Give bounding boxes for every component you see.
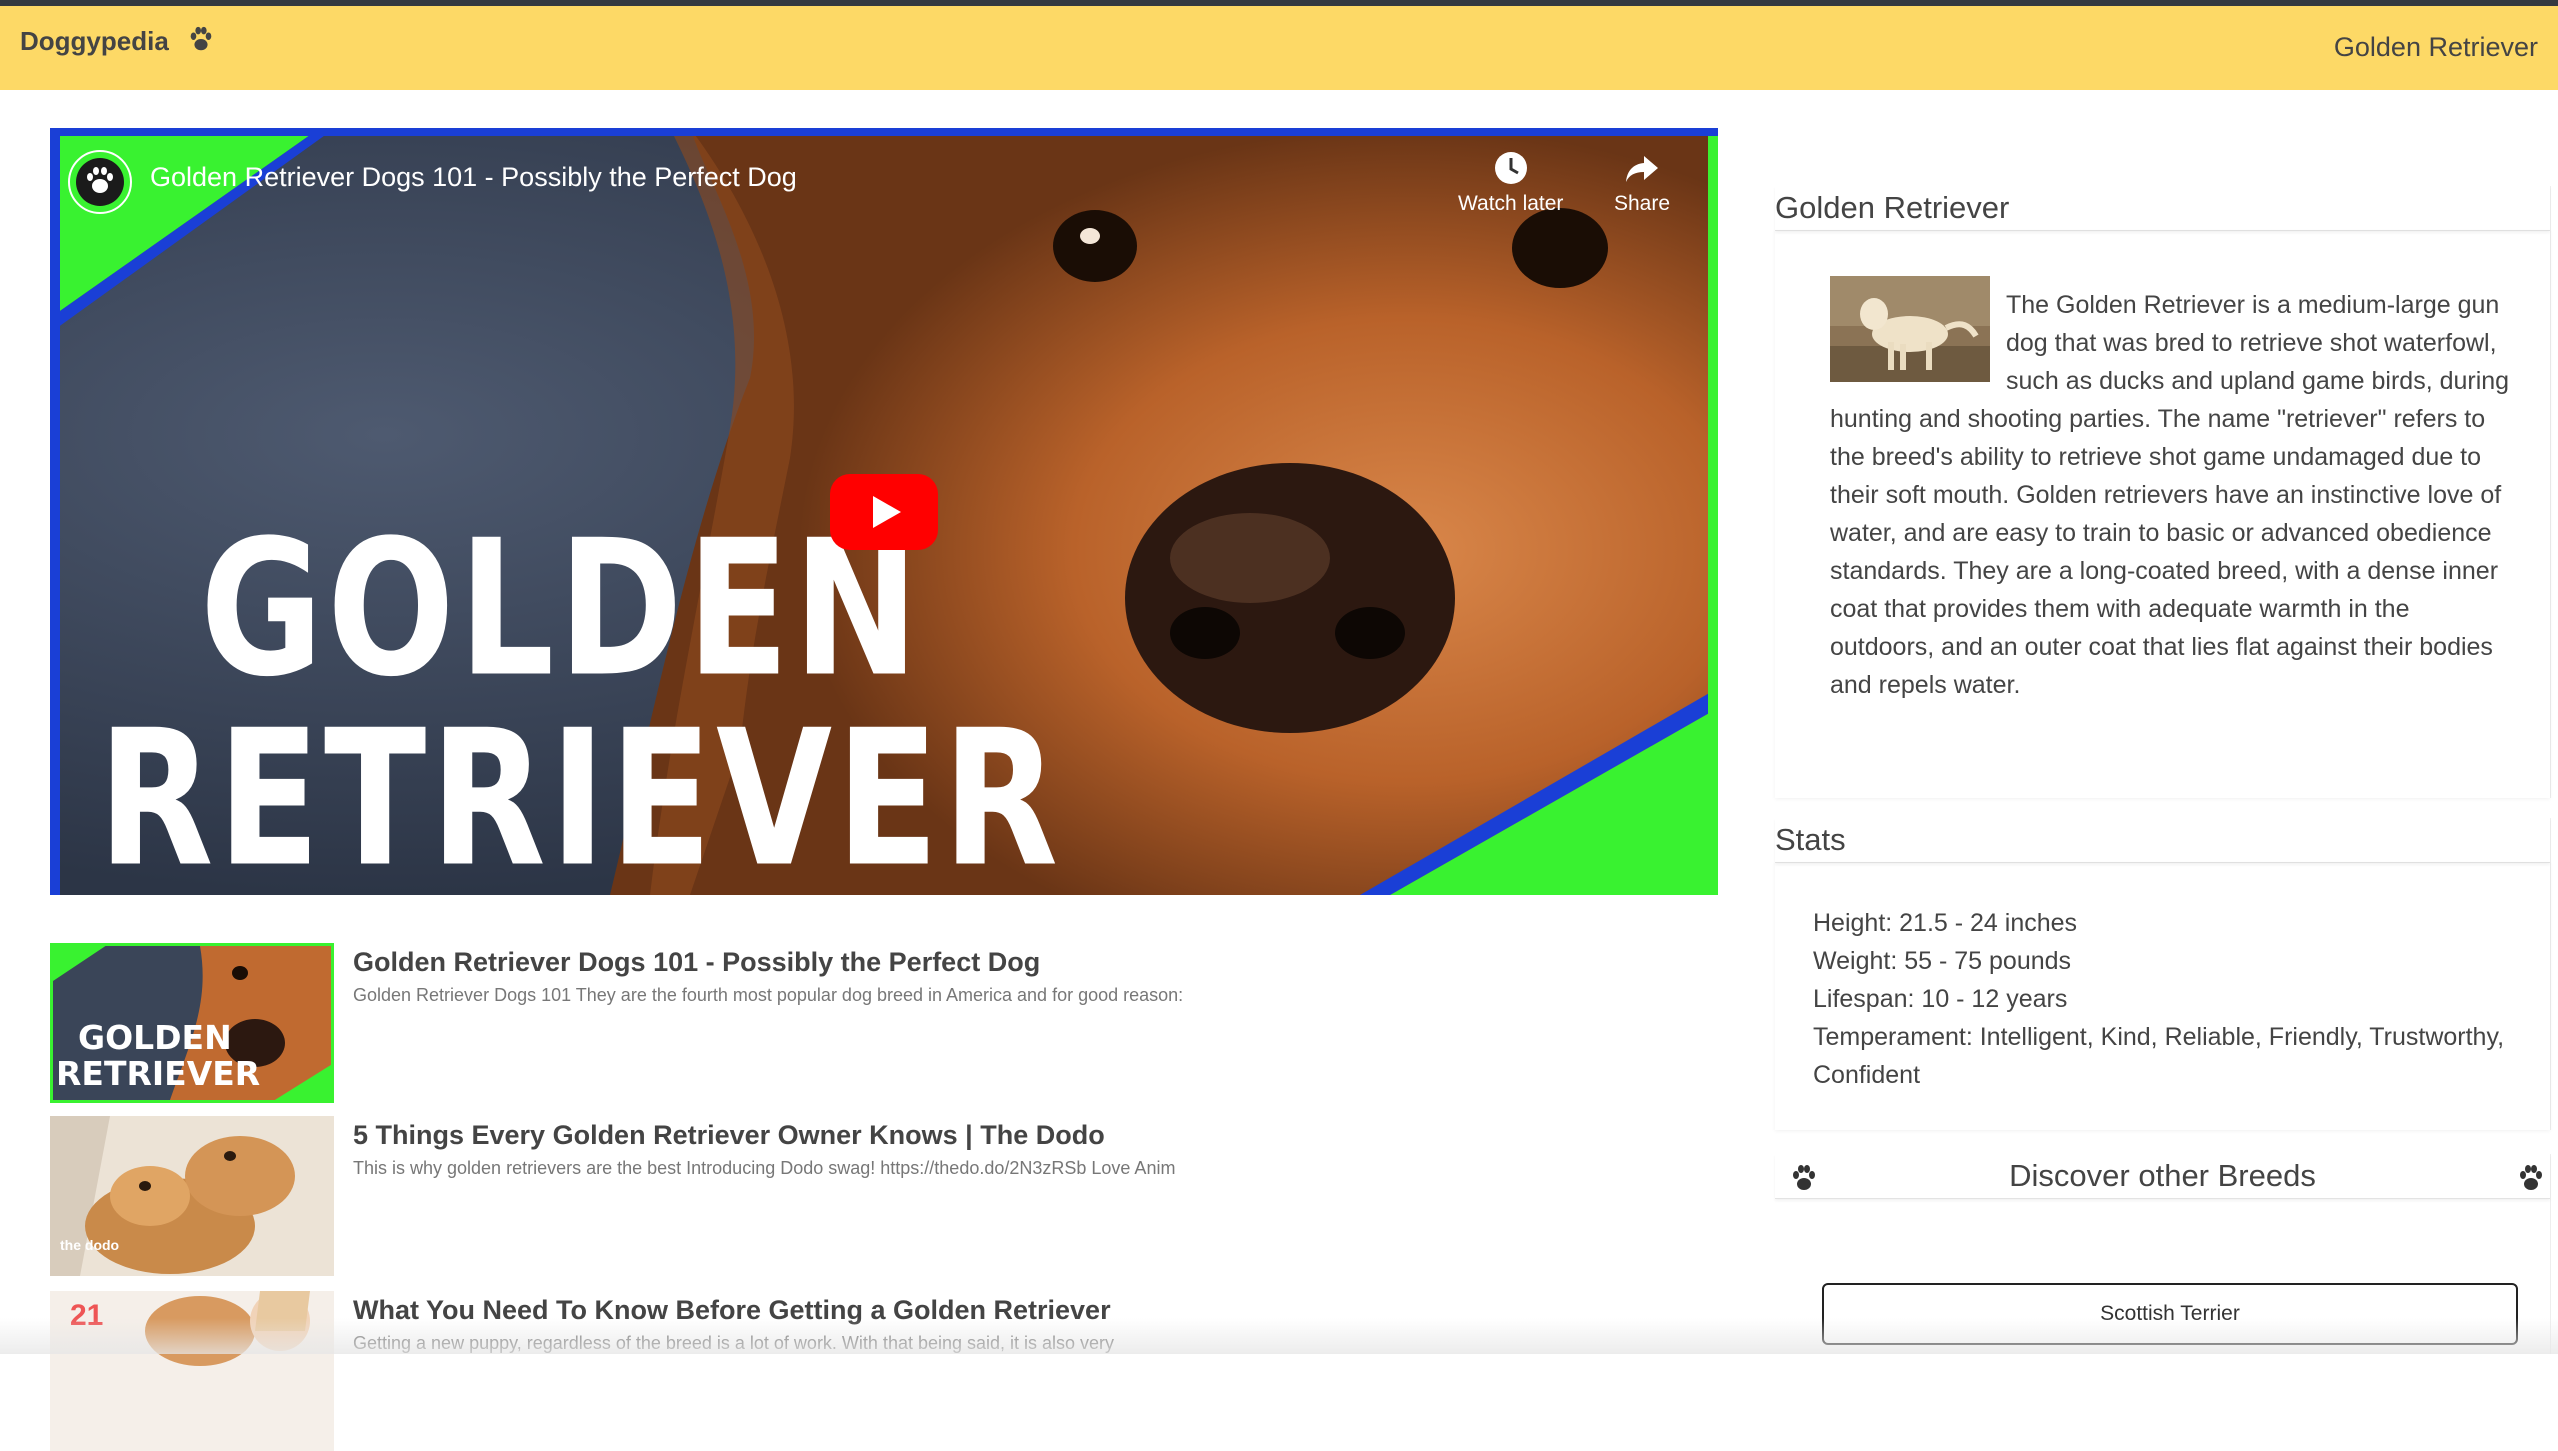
navbar: Doggypedia Golden Retriever	[0, 6, 2558, 90]
video-title[interactable]: Golden Retriever Dogs 101 - Possibly the…	[150, 162, 797, 193]
paw-icon	[2520, 1165, 2542, 1190]
watch-later-button[interactable]: Watch later	[1458, 150, 1563, 216]
brand-link[interactable]: Doggypedia	[20, 26, 169, 57]
video-thumbnail[interactable]: GOLDEN RETRIEVER	[50, 943, 334, 1103]
stats-card: Stats Height: 21.5 - 24 inches Weight: 5…	[1775, 818, 2551, 1130]
related-video-title[interactable]: 5 Things Every Golden Retriever Owner Kn…	[353, 1120, 1105, 1151]
list-item[interactable]: 21 What You Need To Know Before Getting …	[50, 1291, 1718, 1451]
share-button[interactable]: Share	[1614, 150, 1670, 216]
breed-description: The Golden Retriever is a medium-large g…	[1830, 276, 2510, 704]
stats-heading: Stats	[1775, 818, 2550, 863]
related-video-description: Golden Retriever Dogs 101 They are the f…	[353, 985, 1184, 1005]
list-item[interactable]: the dodo 5 Things Every Golden Retriever…	[50, 1116, 1718, 1276]
video-thumbnail[interactable]: 21	[50, 1291, 334, 1451]
channel-logo-icon[interactable]	[68, 150, 132, 214]
stats-height: Height: 21.5 - 24 inches	[1813, 909, 2078, 937]
stats-weight: Weight: 55 - 75 pounds	[1813, 947, 2072, 975]
nav-current-breed[interactable]: Golden Retriever	[2334, 32, 2538, 63]
thumbnail-text-retriever: RETRIEVER	[56, 1054, 261, 1093]
play-button-icon[interactable]	[830, 474, 938, 550]
related-video-title[interactable]: Golden Retriever Dogs 101 - Possibly the…	[353, 947, 1040, 978]
stats-temperament: Temperament: Intelligent, Kind, Reliable…	[1813, 1023, 2505, 1089]
share-icon	[1626, 156, 1659, 182]
watch-later-label: Watch later	[1458, 192, 1564, 215]
thumbnail-text-retriever: RETRIEVER	[98, 691, 1063, 895]
share-label: Share	[1614, 192, 1671, 215]
breed-info-heading: Golden Retriever	[1775, 186, 2550, 231]
clock-icon	[1494, 152, 1527, 184]
thumbnail-badge: 21	[70, 1299, 104, 1332]
paw-icon	[190, 26, 212, 51]
discover-heading: Discover other Breeds	[1775, 1154, 2550, 1199]
thumbnail-text-golden: GOLDEN	[200, 501, 923, 719]
video-player[interactable]: GOLDEN RETRIEVER Golden Retriever Dogs 1…	[50, 128, 1718, 895]
related-video-description: This is why golden retrievers are the be…	[353, 1158, 1176, 1178]
related-video-title[interactable]: What You Need To Know Before Getting a G…	[353, 1295, 1111, 1326]
related-video-description: Getting a new puppy, regardless of the b…	[353, 1333, 1115, 1353]
breed-button-scottish-terrier[interactable]: Scottish Terrier	[1822, 1283, 2518, 1345]
paw-icon	[1793, 1165, 1815, 1190]
breed-photo	[1830, 276, 1990, 382]
video-thumbnail[interactable]: the dodo	[50, 1116, 334, 1276]
breed-info-card: Golden Retriever The Golden Retriever is…	[1775, 186, 2551, 798]
thumbnail-text-golden: GOLDEN	[78, 1018, 232, 1057]
list-item[interactable]: GOLDEN RETRIEVER Golden Retriever Dogs 1…	[50, 943, 1718, 1103]
dodo-logo: the dodo	[60, 1237, 120, 1253]
stats-lifespan: Lifespan: 10 - 12 years	[1813, 985, 2068, 1013]
